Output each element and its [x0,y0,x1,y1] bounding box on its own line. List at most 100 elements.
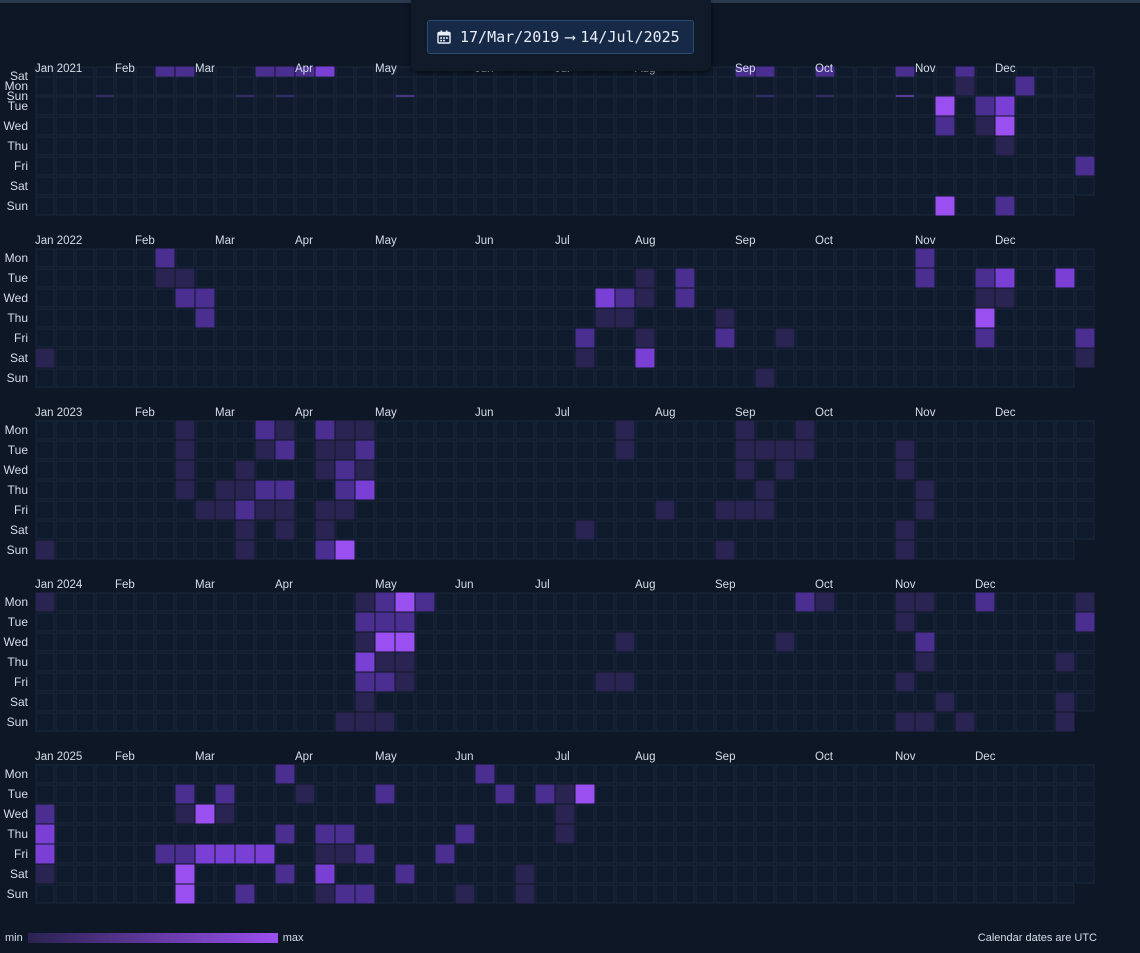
empty-cell[interactable] [955,844,975,864]
empty-cell[interactable] [1035,76,1055,96]
empty-cell[interactable] [255,460,275,480]
empty-cell[interactable] [375,420,395,440]
empty-cell[interactable] [335,864,355,884]
empty-cell[interactable] [555,844,575,864]
empty-cell[interactable] [595,440,615,460]
empty-cell[interactable] [115,196,135,216]
empty-cell[interactable] [435,116,455,136]
activity-cell[interactable] [515,884,535,904]
empty-cell[interactable] [195,672,215,692]
activity-cell[interactable] [795,592,815,612]
empty-cell[interactable] [1055,844,1075,864]
empty-cell[interactable] [375,348,395,368]
empty-cell[interactable] [435,96,455,116]
empty-cell[interactable] [435,784,455,804]
empty-cell[interactable] [435,520,455,540]
empty-cell[interactable] [35,784,55,804]
empty-cell[interactable] [335,348,355,368]
activity-cell[interactable] [595,288,615,308]
empty-cell[interactable] [95,784,115,804]
empty-cell[interactable] [235,328,255,348]
empty-cell[interactable] [95,540,115,560]
empty-cell[interactable] [255,328,275,348]
activity-cell[interactable] [235,884,255,904]
empty-cell[interactable] [195,156,215,176]
empty-cell[interactable] [575,116,595,136]
empty-cell[interactable] [1075,824,1095,844]
empty-cell[interactable] [335,196,355,216]
empty-cell[interactable] [415,672,435,692]
empty-cell[interactable] [495,156,515,176]
activity-cell[interactable] [235,540,255,560]
empty-cell[interactable] [795,480,815,500]
empty-cell[interactable] [75,420,95,440]
empty-cell[interactable] [995,520,1015,540]
empty-cell[interactable] [315,196,335,216]
empty-cell[interactable] [895,96,915,116]
activity-cell[interactable] [575,520,595,540]
empty-cell[interactable] [795,692,815,712]
empty-cell[interactable] [35,480,55,500]
empty-cell[interactable] [55,764,75,784]
empty-cell[interactable] [595,136,615,156]
empty-cell[interactable] [715,692,735,712]
empty-cell[interactable] [755,196,775,216]
empty-cell[interactable] [815,652,835,672]
empty-cell[interactable] [715,156,735,176]
activity-cell[interactable] [35,844,55,864]
empty-cell[interactable] [655,864,675,884]
activity-cell[interactable] [255,480,275,500]
empty-cell[interactable] [515,844,535,864]
activity-cell[interactable] [355,592,375,612]
empty-cell[interactable] [235,248,255,268]
empty-cell[interactable] [415,268,435,288]
empty-cell[interactable] [335,136,355,156]
empty-cell[interactable] [75,76,95,96]
empty-cell[interactable] [1015,268,1035,288]
empty-cell[interactable] [1015,480,1035,500]
empty-cell[interactable] [275,328,295,348]
empty-cell[interactable] [95,176,115,196]
empty-cell[interactable] [195,692,215,712]
empty-cell[interactable] [715,652,735,672]
empty-cell[interactable] [155,420,175,440]
empty-cell[interactable] [415,76,435,96]
activity-cell[interactable] [195,500,215,520]
empty-cell[interactable] [215,460,235,480]
empty-cell[interactable] [435,268,455,288]
empty-cell[interactable] [295,196,315,216]
empty-cell[interactable] [475,368,495,388]
empty-cell[interactable] [235,308,255,328]
empty-cell[interactable] [355,288,375,308]
empty-cell[interactable] [695,248,715,268]
empty-cell[interactable] [395,500,415,520]
empty-cell[interactable] [495,884,515,904]
empty-cell[interactable] [675,136,695,156]
empty-cell[interactable] [935,348,955,368]
empty-cell[interactable] [295,692,315,712]
empty-cell[interactable] [255,692,275,712]
empty-cell[interactable] [1015,712,1035,732]
empty-cell[interactable] [415,156,435,176]
empty-cell[interactable] [555,520,575,540]
empty-cell[interactable] [135,176,155,196]
empty-cell[interactable] [855,136,875,156]
empty-cell[interactable] [475,96,495,116]
activity-cell[interactable] [735,420,755,440]
empty-cell[interactable] [655,884,675,904]
empty-cell[interactable] [55,712,75,732]
activity-cell[interactable] [675,268,695,288]
empty-cell[interactable] [375,308,395,328]
empty-cell[interactable] [815,884,835,904]
empty-cell[interactable] [1035,632,1055,652]
empty-cell[interactable] [775,672,795,692]
empty-cell[interactable] [195,480,215,500]
empty-cell[interactable] [375,288,395,308]
empty-cell[interactable] [135,784,155,804]
empty-cell[interactable] [935,500,955,520]
empty-cell[interactable] [215,268,235,288]
empty-cell[interactable] [575,308,595,328]
empty-cell[interactable] [755,824,775,844]
activity-cell[interactable] [175,804,195,824]
empty-cell[interactable] [155,440,175,460]
